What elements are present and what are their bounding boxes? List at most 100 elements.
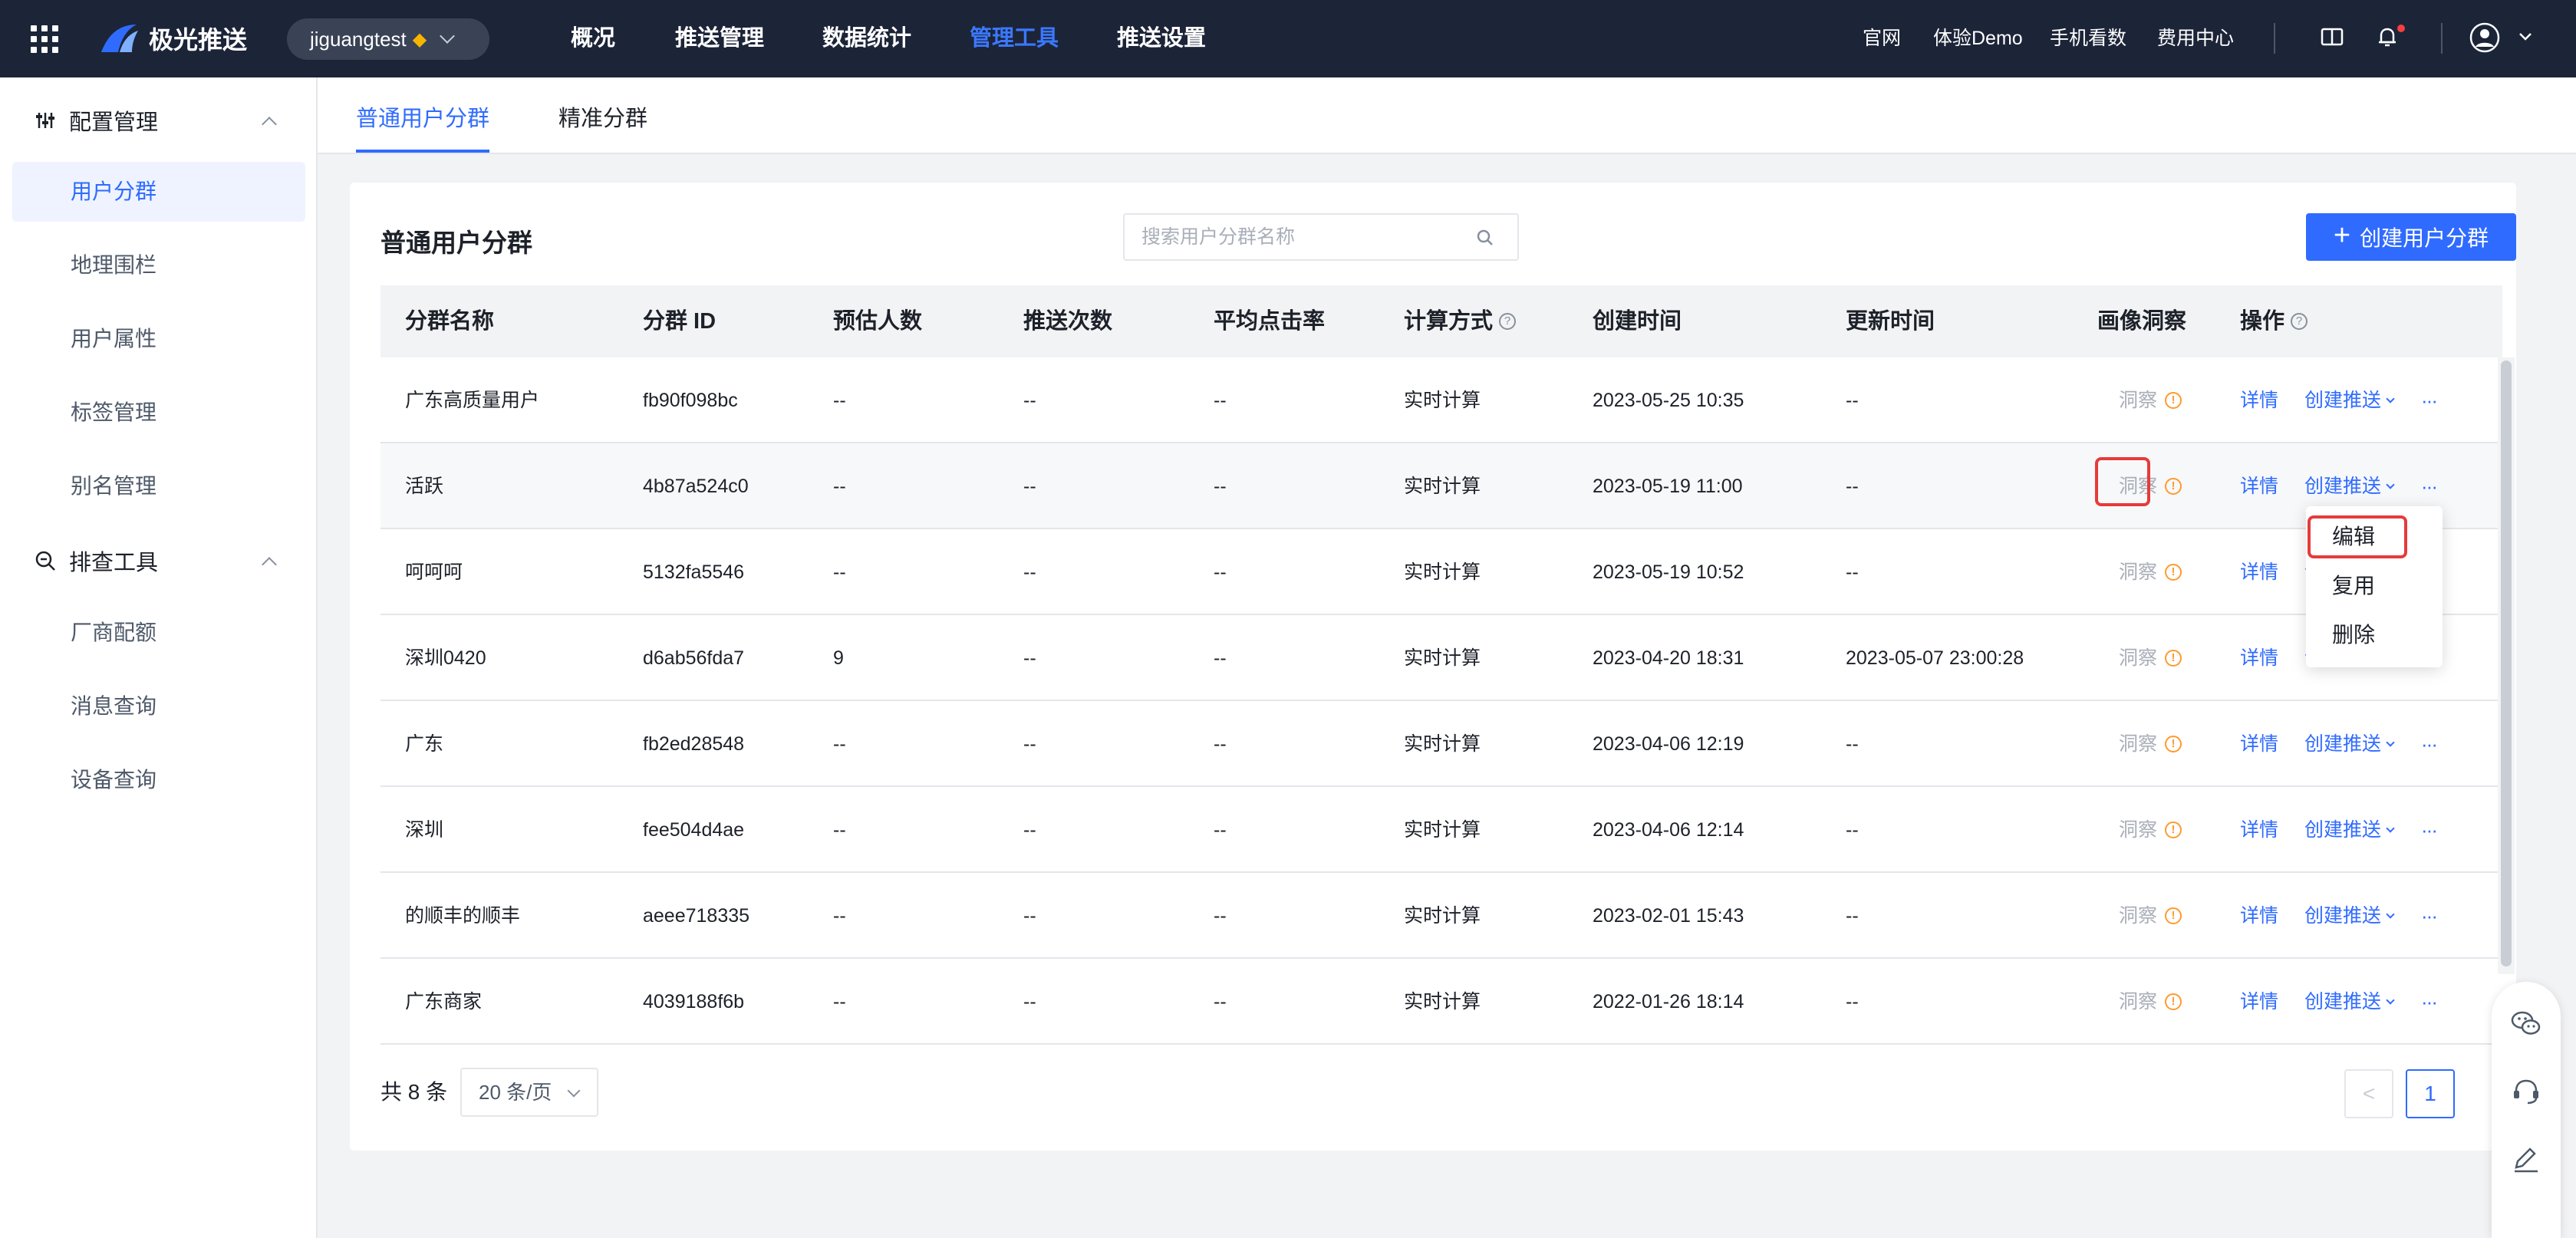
sidebar-group-troubleshoot[interactable]: 排查工具 bbox=[34, 545, 158, 576]
cell-created: 2022-01-26 18:14 bbox=[1593, 991, 1744, 1012]
sidebar-item-user-attributes[interactable]: 用户属性 bbox=[12, 309, 305, 369]
detail-link[interactable]: 详情 bbox=[2240, 959, 2278, 1045]
create-push-dropdown[interactable]: 创建推送 bbox=[2304, 959, 2395, 1045]
nav-management-tools[interactable]: 管理工具 bbox=[970, 23, 1059, 54]
cell-id: fb90f098bc bbox=[643, 390, 738, 411]
search-icon[interactable] bbox=[1476, 229, 1494, 247]
scrollbar-thumb[interactable] bbox=[2501, 361, 2512, 966]
link-official-site[interactable]: 官网 bbox=[1863, 25, 1901, 52]
detail-link[interactable]: 详情 bbox=[2240, 873, 2278, 959]
tab-precise-segments[interactable]: 精准分群 bbox=[558, 100, 647, 153]
detail-link[interactable]: 详情 bbox=[2240, 529, 2278, 615]
nav-push-settings[interactable]: 推送设置 bbox=[1117, 23, 1206, 54]
cell-name: 广东 bbox=[405, 733, 444, 755]
table-row: 呵呵呵 5132fa5546 -- -- -- 实时计算 2023-05-19 10:52 -… bbox=[380, 529, 2502, 615]
more-actions-button[interactable]: ··· bbox=[2421, 357, 2438, 443]
sidebar-item-user-segments[interactable]: 用户分群 bbox=[12, 162, 305, 222]
brand-name: 极光推送 bbox=[149, 26, 248, 54]
more-actions-button[interactable]: ··· bbox=[2421, 701, 2438, 787]
cell-estimate: -- bbox=[833, 733, 846, 755]
insight-cell[interactable]: 洞察! bbox=[2119, 873, 2182, 959]
more-actions-button[interactable]: ··· bbox=[2421, 959, 2438, 1045]
col-method: 计算方式? bbox=[1404, 285, 1517, 357]
vertical-scrollbar[interactable] bbox=[2498, 357, 2515, 974]
edit-feedback-icon[interactable] bbox=[2508, 1141, 2544, 1177]
customer-service-icon[interactable] bbox=[2508, 1074, 2544, 1109]
sidebar-item-aliases[interactable]: 别名管理 bbox=[12, 456, 305, 516]
sidebar-item-message-query[interactable]: 消息查询 bbox=[12, 677, 305, 736]
search-input[interactable] bbox=[1125, 215, 1454, 259]
chevron-down-icon[interactable] bbox=[2516, 21, 2535, 52]
sidebar-group-config[interactable]: 配置管理 bbox=[34, 105, 158, 136]
chevron-up-icon[interactable] bbox=[262, 557, 277, 572]
help-icon[interactable]: ? bbox=[1499, 313, 1517, 330]
cell-name: 深圳0420 bbox=[405, 647, 486, 669]
detail-link[interactable]: 详情 bbox=[2240, 357, 2278, 443]
cell-name: 深圳 bbox=[405, 819, 444, 841]
insight-cell[interactable]: 洞察! bbox=[2119, 701, 2182, 787]
help-icon[interactable]: ? bbox=[2291, 313, 2308, 330]
sliders-icon bbox=[36, 113, 54, 128]
sidebar-item-device-query[interactable]: 设备查询 bbox=[12, 750, 305, 810]
insight-cell[interactable]: 洞察! bbox=[2119, 529, 2182, 615]
sidebar-item-tags[interactable]: 标签管理 bbox=[12, 383, 305, 443]
cell-push-count: -- bbox=[1023, 991, 1036, 1012]
cell-estimate: -- bbox=[833, 390, 846, 411]
cell-updated: -- bbox=[1846, 905, 1859, 927]
nav-push-management[interactable]: 推送管理 bbox=[675, 23, 764, 54]
table-row: 深圳0420 d6ab56fda7 9 -- -- 实时计算 2023-04-20 18:3… bbox=[380, 615, 2502, 701]
detail-link[interactable]: 详情 bbox=[2240, 615, 2278, 701]
cell-id: 4b87a524c0 bbox=[643, 476, 749, 497]
more-actions-button[interactable]: ··· bbox=[2421, 873, 2438, 959]
page-size-select[interactable]: 20 条/页 bbox=[460, 1068, 598, 1117]
prev-page-button[interactable]: < bbox=[2344, 1069, 2393, 1118]
insight-label: 洞察 bbox=[2119, 819, 2158, 841]
insight-cell[interactable]: 洞察! bbox=[2119, 959, 2182, 1045]
cell-method: 实时计算 bbox=[1404, 390, 1481, 411]
table-row: 活跃 4b87a524c0 -- -- -- 实时计算 2023-05-19 11:00 --… bbox=[380, 443, 2502, 529]
sidebar-item-geofence[interactable]: 地理围栏 bbox=[12, 235, 305, 295]
nav-statistics[interactable]: 数据统计 bbox=[822, 23, 911, 54]
more-button-highlight bbox=[2095, 457, 2150, 506]
logo[interactable]: 极光推送 bbox=[98, 20, 247, 57]
link-demo[interactable]: 体验Demo bbox=[1933, 25, 2023, 52]
insight-cell[interactable]: 洞察! bbox=[2119, 787, 2182, 873]
user-avatar-icon[interactable] bbox=[2469, 21, 2501, 54]
chevron-up-icon[interactable] bbox=[262, 117, 277, 132]
create-push-dropdown[interactable]: 创建推送 bbox=[2304, 873, 2395, 959]
page-size-value: 20 条/页 bbox=[479, 1081, 552, 1104]
detail-link[interactable]: 详情 bbox=[2240, 701, 2278, 787]
create-push-dropdown[interactable]: 创建推送 bbox=[2304, 787, 2395, 873]
create-push-dropdown[interactable]: 创建推送 bbox=[2304, 357, 2395, 443]
apps-grid-icon[interactable] bbox=[31, 25, 58, 53]
menu-item-delete[interactable]: 删除 bbox=[2306, 612, 2443, 658]
sidebar-item-vendor-quota[interactable]: 厂商配额 bbox=[12, 603, 305, 663]
detail-link[interactable]: 详情 bbox=[2240, 443, 2278, 529]
link-mobile-view[interactable]: 手机看数 bbox=[2050, 25, 2126, 52]
tab-normal-segments[interactable]: 普通用户分群 bbox=[356, 100, 490, 153]
chevron-down-icon bbox=[440, 28, 456, 44]
insight-cell[interactable]: 洞察! bbox=[2119, 615, 2182, 701]
wechat-icon[interactable] bbox=[2508, 1006, 2544, 1042]
cell-push-count: -- bbox=[1023, 561, 1036, 583]
create-segment-button[interactable]: + 创建用户分群 bbox=[2306, 213, 2516, 261]
create-push-dropdown[interactable]: 创建推送 bbox=[2304, 701, 2395, 787]
detail-link[interactable]: 详情 bbox=[2240, 787, 2278, 873]
app-selector[interactable]: jiguangtest ◆ bbox=[287, 18, 489, 60]
cell-created: 2023-04-06 12:19 bbox=[1593, 733, 1744, 755]
col-insight: 画像洞察 bbox=[2097, 309, 2187, 334]
page-1-button[interactable]: 1 bbox=[2406, 1069, 2455, 1118]
col-name: 分群名称 bbox=[405, 309, 495, 334]
cell-push-count: -- bbox=[1023, 647, 1036, 669]
book-icon[interactable] bbox=[2317, 21, 2347, 52]
nav-overview[interactable]: 概况 bbox=[571, 23, 615, 54]
insight-cell[interactable]: 洞察! bbox=[2119, 357, 2182, 443]
menu-item-reuse[interactable]: 复用 bbox=[2306, 563, 2443, 609]
cell-updated: -- bbox=[1846, 561, 1859, 583]
cell-push-count: -- bbox=[1023, 819, 1036, 841]
link-billing[interactable]: 费用中心 bbox=[2157, 25, 2234, 52]
cell-name: 呵呵呵 bbox=[405, 561, 463, 583]
chevron-down-icon bbox=[2386, 738, 2395, 747]
more-actions-button[interactable]: ··· bbox=[2421, 787, 2438, 873]
cell-ctr: -- bbox=[1214, 819, 1227, 841]
